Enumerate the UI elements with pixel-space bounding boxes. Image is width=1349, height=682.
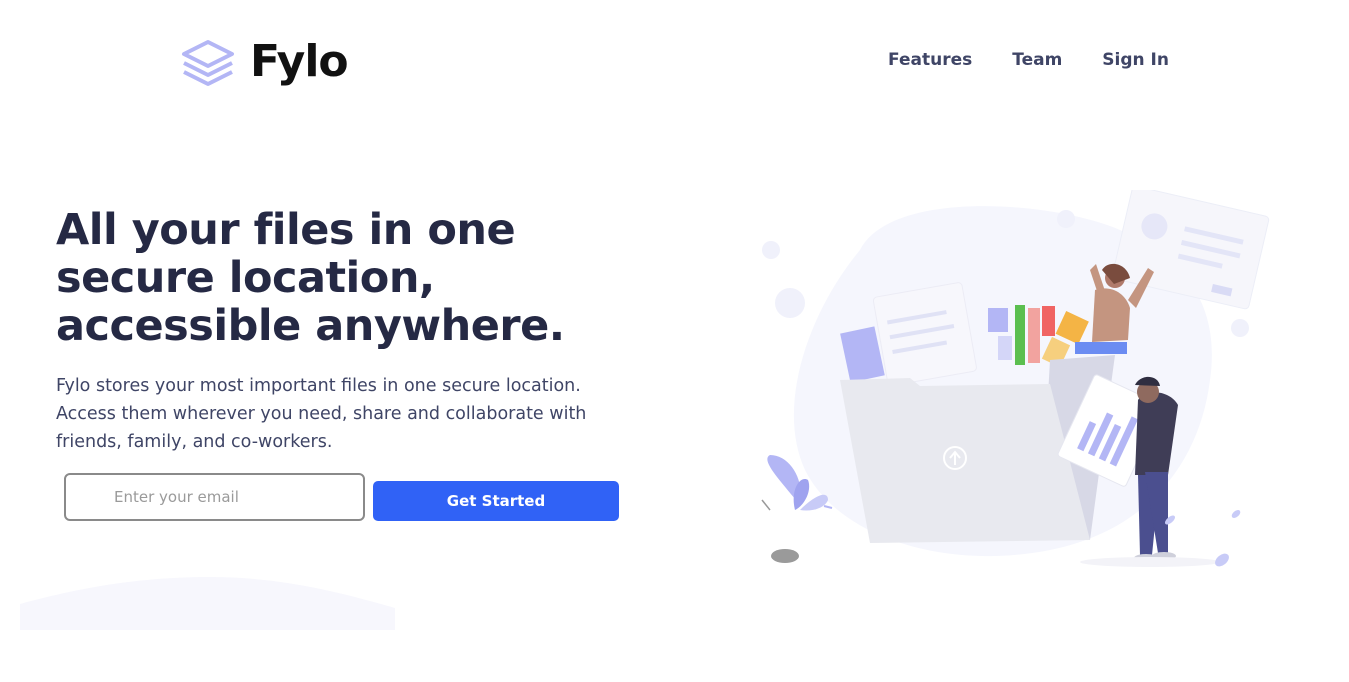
background-curve (20, 577, 395, 630)
nav-link-team[interactable]: Team (1012, 50, 1062, 70)
get-started-button[interactable]: Get Started (373, 481, 619, 521)
hero-description: Fylo stores your most important files in… (56, 376, 587, 452)
brand-logo[interactable]: Fylo (180, 36, 349, 88)
main-nav: Features Team Sign In (888, 50, 1169, 70)
file-folder-collaboration-illustration (761, 190, 1270, 567)
nav-link-sign-in[interactable]: Sign In (1102, 50, 1169, 70)
email-input[interactable] (64, 473, 365, 521)
stacked-layers-logo-icon (182, 40, 234, 86)
brand-name: Fylo (250, 36, 349, 87)
nav-link-features[interactable]: Features (888, 50, 972, 70)
site-header: Fylo Features Team Sign In (0, 0, 1349, 120)
hero-title: All your files in one secure location, a… (56, 205, 565, 351)
